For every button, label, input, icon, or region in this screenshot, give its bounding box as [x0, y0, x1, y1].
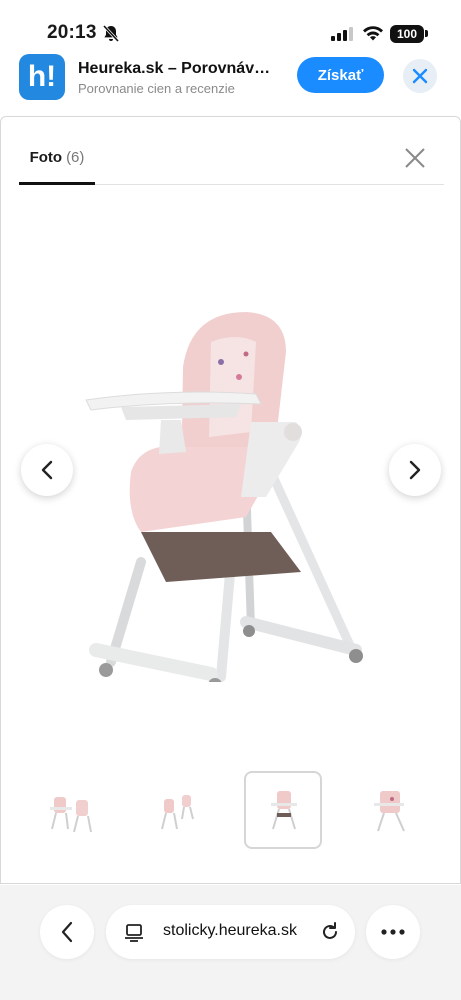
thumbnail-strip — [1, 771, 461, 851]
url-text: stolicky.heureka.sk — [163, 922, 297, 939]
thumbnail-image — [374, 791, 405, 832]
chevron-left-icon — [61, 921, 73, 943]
browser-back-button[interactable] — [40, 905, 94, 959]
more-options-button[interactable] — [366, 905, 420, 959]
wifi-icon — [363, 26, 383, 41]
previous-photo-button[interactable] — [21, 444, 73, 496]
ellipsis-icon — [381, 929, 405, 935]
reload-icon[interactable] — [319, 921, 341, 943]
battery-level: 100 — [396, 27, 418, 41]
thumbnail-4[interactable] — [351, 771, 429, 849]
browser-toolbar: stolicky.heureka.sk — [0, 885, 461, 1000]
app-subtitle: Porovnanie cien a recenzie — [78, 81, 235, 96]
chevron-right-icon — [409, 460, 421, 480]
chevron-left-icon — [41, 460, 53, 480]
thumbnail-image — [271, 791, 297, 830]
thumbnail-2[interactable] — [139, 771, 217, 849]
app-logo-text: h! — [27, 60, 57, 93]
close-gallery-icon[interactable] — [403, 146, 427, 170]
get-app-button[interactable]: Získať — [297, 57, 384, 93]
gallery-tabs: Foto (6) — [19, 142, 444, 185]
thumbnail-1[interactable] — [35, 771, 113, 849]
app-banner: h! Heureka.sk – Porovnáv… Porovnanie cie… — [0, 46, 461, 112]
bell-slash-icon — [102, 24, 120, 43]
thumbnail-image — [50, 797, 92, 833]
main-photo — [1, 212, 461, 792]
close-banner-button[interactable] — [403, 59, 437, 93]
signal-icon — [331, 27, 353, 41]
photo-gallery-modal: Foto (6) — [0, 116, 461, 884]
page-settings-icon — [125, 924, 143, 942]
next-photo-button[interactable] — [389, 444, 441, 496]
high-chair-image — [85, 312, 363, 682]
thumbnail-3[interactable] — [244, 771, 322, 849]
app-logo[interactable]: h! — [19, 54, 65, 100]
status-time: 20:13 — [47, 22, 97, 43]
battery-tip — [425, 30, 428, 37]
app-title: Heureka.sk – Porovnáv… — [78, 60, 271, 77]
battery-icon: 100 — [390, 25, 424, 43]
tab-photos-count: (6) — [66, 149, 85, 166]
tab-photos-label: Foto — [29, 149, 63, 166]
tab-photos[interactable]: Foto (6) — [19, 142, 95, 185]
address-bar[interactable]: stolicky.heureka.sk — [106, 905, 355, 959]
status-bar: 20:13 100 — [0, 0, 461, 46]
close-icon — [412, 68, 428, 84]
thumbnail-image — [161, 795, 194, 830]
